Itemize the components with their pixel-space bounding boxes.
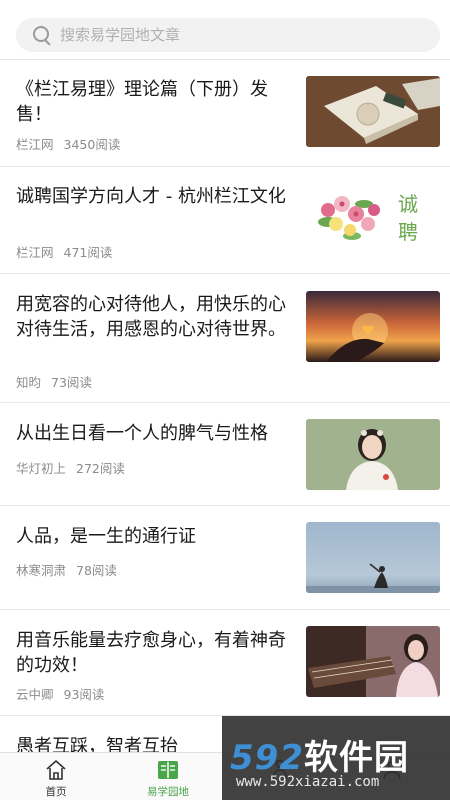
article-meta: 栏江网 3450阅读 xyxy=(16,134,120,153)
nav-item-home[interactable]: 首页 xyxy=(0,753,112,800)
article-thumbnail xyxy=(306,76,440,147)
list-item[interactable]: 《栏江易理》理论篇（下册）发售！ 栏江网 3450阅读 xyxy=(0,61,450,167)
article-meta: 知昀 73阅读 xyxy=(16,372,92,391)
book-icon xyxy=(158,761,178,779)
article-title: 从出生日看一个人的脾气与性格 xyxy=(16,423,268,444)
article-meta: 云中卿 93阅读 xyxy=(16,684,104,703)
article-reads: 471阅读 xyxy=(63,245,113,260)
thumbnail-caption: 诚聘 xyxy=(398,192,418,244)
article-title: 人品，是一生的通行证 xyxy=(16,526,196,547)
article-thumbnail: 诚聘 xyxy=(306,184,440,255)
article-reads: 73阅读 xyxy=(51,375,92,390)
article-title: 诚聘国学方向人才 - 杭州栏江文化 xyxy=(16,186,286,207)
list-item[interactable]: 诚聘国学方向人才 - 杭州栏江文化 栏江网 471阅读 诚聘 xyxy=(0,167,450,274)
list-item[interactable]: 人品，是一生的通行证 林寒洞肃 78阅读 xyxy=(0,506,450,610)
article-reads: 78阅读 xyxy=(76,563,117,578)
article-author: 知昀 xyxy=(16,375,42,390)
article-meta: 栏江网 471阅读 xyxy=(16,242,112,261)
article-thumbnail xyxy=(306,522,440,593)
search-input[interactable] xyxy=(60,26,400,44)
watermark-brand: 592软件园 xyxy=(230,730,409,779)
article-reads: 93阅读 xyxy=(63,687,105,702)
watermark-brand-cn: 软件园 xyxy=(303,738,409,778)
watermark-brand-num: 592 xyxy=(230,738,304,778)
article-meta: 华灯初上 272阅读 xyxy=(16,458,125,477)
search-icon xyxy=(32,25,52,45)
article-title: 用音乐能量去疗愈身心，有着神奇的功效！ xyxy=(16,630,286,676)
list-item[interactable]: 用宽容的心对待他人，用快乐的心对待生活，用感恩的心对待世界。 知昀 73阅读 xyxy=(0,274,450,403)
article-meta: 林寒洞肃 78阅读 xyxy=(16,560,117,579)
watermark: 592软件园 www.592xiazai.com xyxy=(222,716,450,800)
article-author: 华灯初上 xyxy=(16,461,67,476)
article-author: 栏江网 xyxy=(16,137,54,152)
watermark-url: www.592xiazai.com xyxy=(236,774,380,790)
home-icon xyxy=(46,760,66,780)
nav-item-yixue[interactable]: 易学园地 xyxy=(112,753,224,800)
nav-label: 首页 xyxy=(45,786,67,798)
list-item[interactable]: 从出生日看一个人的脾气与性格 华灯初上 272阅读 xyxy=(0,403,450,506)
list-item[interactable]: 用音乐能量去疗愈身心，有着神奇的功效！ 云中卿 93阅读 xyxy=(0,610,450,716)
search-header xyxy=(0,0,450,60)
nav-label: 易学园地 xyxy=(147,786,189,798)
article-thumbnail xyxy=(306,291,440,362)
article-reads: 3450阅读 xyxy=(63,137,121,152)
article-thumbnail xyxy=(306,419,440,490)
article-thumbnail xyxy=(306,626,440,697)
article-author: 栏江网 xyxy=(16,245,54,260)
article-author: 林寒洞肃 xyxy=(16,563,67,578)
article-title: 用宽容的心对待他人，用快乐的心对待生活，用感恩的心对待世界。 xyxy=(16,294,286,340)
article-author: 云中卿 xyxy=(16,687,54,702)
search-box[interactable] xyxy=(16,18,440,52)
article-title: 《栏江易理》理论篇（下册）发售！ xyxy=(16,79,268,125)
article-reads: 272阅读 xyxy=(76,461,125,476)
